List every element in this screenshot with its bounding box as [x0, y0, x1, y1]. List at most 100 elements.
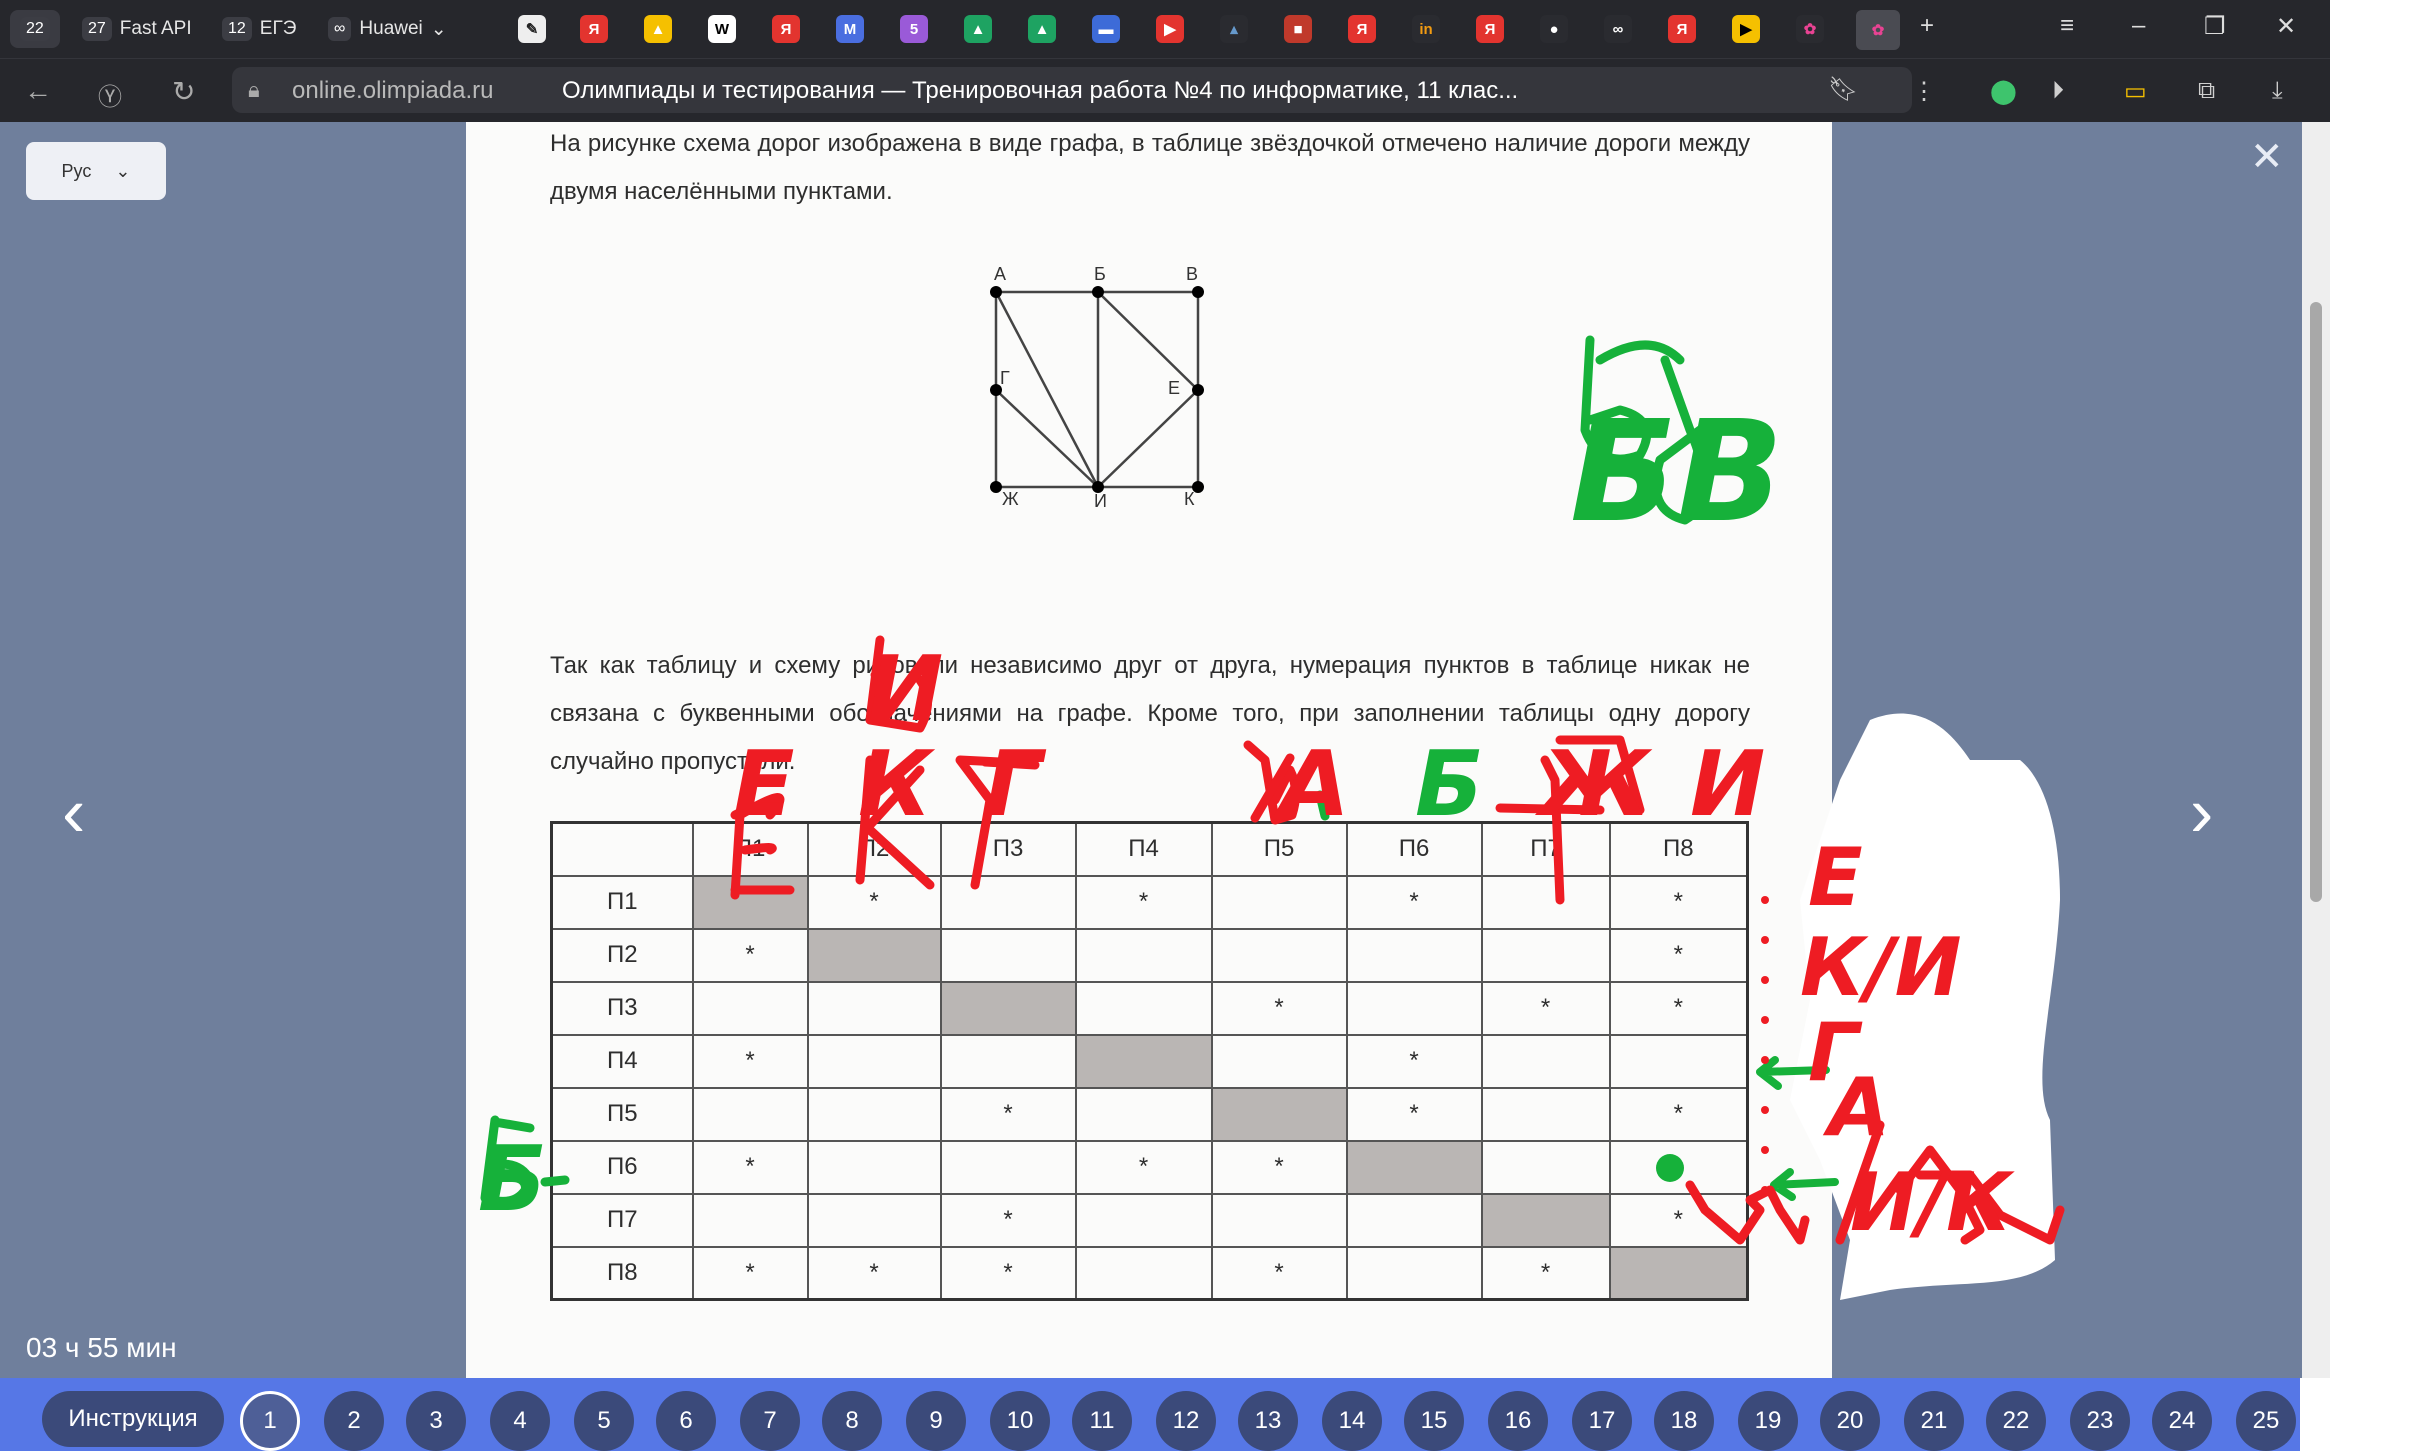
- image-tab-icon[interactable]: ▲: [644, 15, 672, 43]
- table-cell: [1480, 1033, 1611, 1089]
- yandex-tab-icon[interactable]: Я: [1348, 15, 1376, 43]
- question-button-2[interactable]: 2: [324, 1391, 384, 1451]
- yandex-tab-icon[interactable]: Я: [1476, 15, 1504, 43]
- yandex-tab-icon[interactable]: Я: [772, 15, 800, 43]
- extension-icon[interactable]: ⬤: [1990, 77, 2017, 106]
- tab-group-fastapi[interactable]: 27 Fast API: [72, 10, 202, 48]
- yandex-tab-icon[interactable]: Я: [1668, 15, 1696, 43]
- question-button-25[interactable]: 25: [2236, 1391, 2296, 1451]
- question-button-21[interactable]: 21: [1904, 1391, 1964, 1451]
- question-button-24[interactable]: 24: [2152, 1391, 2212, 1451]
- question-button-1[interactable]: 1: [240, 1391, 300, 1451]
- tab-icon[interactable]: in: [1412, 15, 1440, 43]
- question-button-7[interactable]: 7: [740, 1391, 800, 1451]
- table-cell: *: [939, 1245, 1077, 1301]
- diagonal-cell: [691, 874, 809, 930]
- table-cell: [1345, 927, 1483, 983]
- graph-edge: [995, 389, 1099, 488]
- lock-icon: 🔒︎: [248, 77, 260, 102]
- scrollbar-thumb[interactable]: [2310, 302, 2322, 902]
- graph-edge: [994, 291, 1100, 488]
- scrollbar[interactable]: [2302, 122, 2330, 1378]
- question-button-5[interactable]: 5: [574, 1391, 634, 1451]
- reload-icon[interactable]: ↻: [172, 75, 195, 108]
- question-button-15[interactable]: 15: [1404, 1391, 1464, 1451]
- question-button-6[interactable]: 6: [656, 1391, 716, 1451]
- back-icon[interactable]: ←: [24, 75, 52, 107]
- question-button-14[interactable]: 14: [1322, 1391, 1382, 1451]
- row-header: П7: [550, 1192, 694, 1248]
- table-cell: *: [939, 1192, 1077, 1248]
- question-button-23[interactable]: 23: [2070, 1391, 2130, 1451]
- question-button-12[interactable]: 12: [1156, 1391, 1216, 1451]
- prev-arrow-icon[interactable]: ‹: [62, 772, 85, 852]
- github-tab-icon[interactable]: ●: [1540, 15, 1568, 43]
- table-cell: [1608, 1139, 1749, 1195]
- question-button-22[interactable]: 22: [1986, 1391, 2046, 1451]
- table-cell: [806, 1139, 942, 1195]
- table-row: П1 * * * *: [550, 874, 1749, 930]
- table-cell: *: [939, 1086, 1077, 1142]
- row-header: П5: [550, 1086, 694, 1142]
- table-cell: [1210, 1033, 1348, 1089]
- question-button-8[interactable]: 8: [822, 1391, 882, 1451]
- play-tab-icon[interactable]: ▶: [1732, 15, 1760, 43]
- tab-icon[interactable]: ■: [1284, 15, 1312, 43]
- question-button-10[interactable]: 10: [990, 1391, 1050, 1451]
- tab-group-0[interactable]: 22: [10, 10, 60, 48]
- question-button-18[interactable]: 18: [1654, 1391, 1714, 1451]
- table-cell: [1074, 1245, 1213, 1301]
- diagonal-cell: [1345, 1139, 1483, 1195]
- wikipedia-tab-icon[interactable]: W: [708, 15, 736, 43]
- active-tab[interactable]: ✿: [1856, 10, 1900, 50]
- drive-tab-icon[interactable]: ▲: [1028, 15, 1056, 43]
- question-button-13[interactable]: 13: [1238, 1391, 1298, 1451]
- drive-tab-icon[interactable]: ▲: [964, 15, 992, 43]
- more-icon[interactable]: ⋮: [1912, 77, 1936, 106]
- new-tab-icon[interactable]: +: [1920, 12, 1934, 40]
- question-button-9[interactable]: 9: [906, 1391, 966, 1451]
- close-icon[interactable]: ✕: [2250, 134, 2284, 180]
- youtube-tab-icon[interactable]: ▶: [1156, 15, 1184, 43]
- tab-icon[interactable]: ✎: [518, 15, 546, 43]
- collections-icon[interactable]: ⧉: [2198, 77, 2215, 105]
- m-tab-icon[interactable]: M: [836, 15, 864, 43]
- table-cell: *: [1345, 874, 1483, 930]
- language-select[interactable]: Рус ⌄: [26, 142, 166, 200]
- graph-node: [990, 481, 1002, 493]
- question-button-20[interactable]: 20: [1820, 1391, 1880, 1451]
- tab-icon[interactable]: ▴: [1220, 15, 1248, 43]
- question-button-3[interactable]: 3: [406, 1391, 466, 1451]
- tab-group-huawei[interactable]: ∞ Huawei ⌄: [318, 10, 457, 48]
- bookmark-icon[interactable]: 🔖︎: [1828, 75, 1858, 104]
- url-field[interactable]: 🔒︎ online.olimpiada.ru Олимпиады и тести…: [232, 67, 1912, 113]
- road-graph: А Б В Г Е Ж И К: [990, 264, 1204, 511]
- yandex-icon[interactable]: Ⓨ: [98, 77, 122, 112]
- table-cell: *: [1480, 1245, 1611, 1301]
- question-button-11[interactable]: 11: [1072, 1391, 1132, 1451]
- tab-group-ege[interactable]: 12 ЕГЭ: [212, 10, 306, 48]
- download-icon[interactable]: ⤓: [2272, 77, 2283, 105]
- battery-icon[interactable]: ▭: [2124, 77, 2147, 106]
- question-button-16[interactable]: 16: [1488, 1391, 1548, 1451]
- tab-icon[interactable]: ▬: [1092, 15, 1120, 43]
- link-tab-icon[interactable]: ∞: [1604, 15, 1632, 43]
- eraser-blob: [1790, 713, 2060, 1300]
- question-button-19[interactable]: 19: [1738, 1391, 1798, 1451]
- close-window-icon[interactable]: ✕: [2276, 12, 2296, 41]
- yandex-tab-icon[interactable]: Я: [580, 15, 608, 43]
- table-cell: *: [691, 1033, 809, 1089]
- row-header: П3: [550, 980, 694, 1036]
- table-cell: *: [806, 1245, 942, 1301]
- minimize-icon[interactable]: –: [2132, 12, 2145, 40]
- restore-icon[interactable]: ❐: [2204, 12, 2226, 41]
- instruction-button[interactable]: Инструкция: [42, 1391, 224, 1447]
- next-arrow-icon[interactable]: ›: [2190, 772, 2213, 852]
- question-button-17[interactable]: 17: [1572, 1391, 1632, 1451]
- tab-icon[interactable]: 5: [900, 15, 928, 43]
- menu-icon[interactable]: ≡: [2060, 12, 2074, 40]
- media-icon[interactable]: ⏵: [2052, 77, 2064, 105]
- tab-icon[interactable]: ✿: [1796, 15, 1824, 43]
- question-button-4[interactable]: 4: [490, 1391, 550, 1451]
- row-header: П2: [550, 927, 694, 983]
